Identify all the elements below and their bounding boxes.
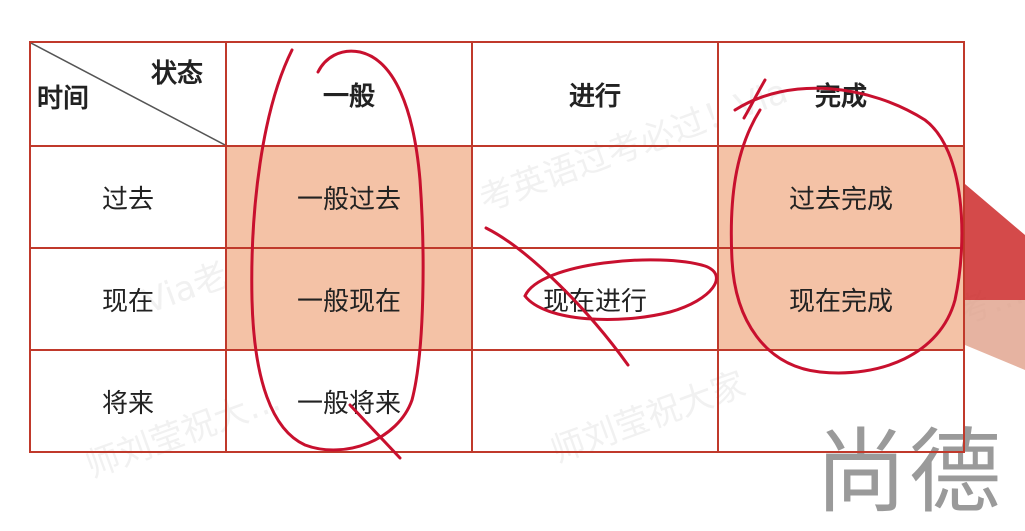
table-cell [717, 349, 965, 453]
table-row: 现在 一般现在 现在进行 现在完成 [29, 247, 965, 351]
table-cell: 过去完成 [717, 145, 965, 249]
table-row: 将来 一般将来 [29, 349, 965, 453]
column-header: 进行 [471, 41, 719, 147]
table-row: 过去 一般过去 过去完成 [29, 145, 965, 249]
tense-table: 状态 时间 一般 进行 完成 过去 一般过去 过去完成 现在 一般现在 现在进行… [29, 41, 965, 453]
table-cell: 一般现在 [225, 247, 473, 351]
column-header: 完成 [717, 41, 965, 147]
table-cell: 现在进行 [471, 247, 719, 351]
table-cell [471, 145, 719, 249]
corner-cell: 状态 时间 [29, 41, 227, 147]
row-label: 将来 [29, 349, 227, 453]
row-label: 过去 [29, 145, 227, 249]
table-cell: 现在完成 [717, 247, 965, 351]
header-row: 状态 时间 一般 进行 完成 [29, 41, 965, 147]
table-cell: 一般将来 [225, 349, 473, 453]
column-header: 一般 [225, 41, 473, 147]
corner-state-label: 状态 [150, 59, 203, 89]
table-cell: 一般过去 [225, 145, 473, 249]
row-label: 现在 [29, 247, 227, 351]
table-cell [471, 349, 719, 453]
corner-time-label: 时间 [37, 84, 90, 114]
